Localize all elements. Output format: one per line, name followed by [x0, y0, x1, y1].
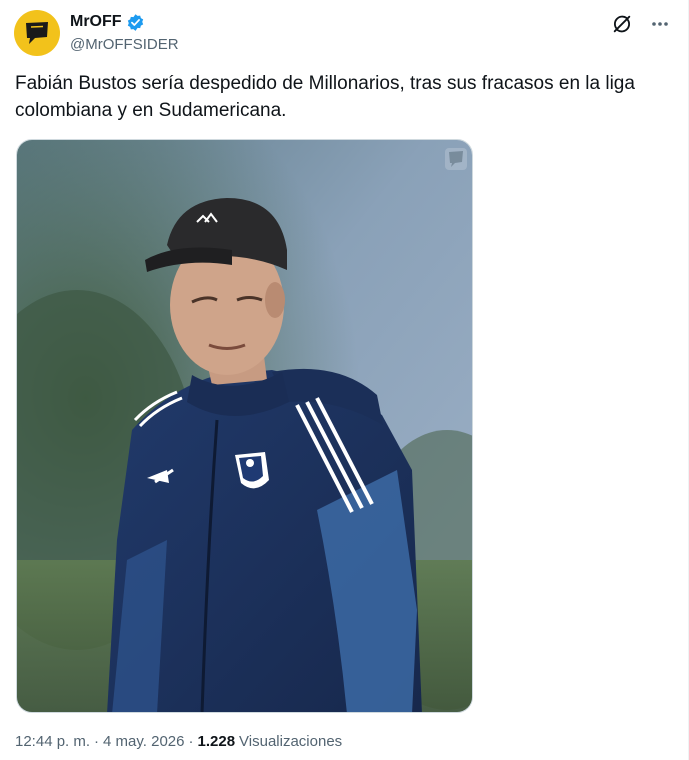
tweet-date[interactable]: 4 may. 2026: [103, 733, 184, 750]
views-label: Visualizaciones: [239, 733, 343, 750]
tweet-header: MrOFF @MrOFFSIDER: [14, 8, 674, 56]
speech-bubble-logo-icon: [26, 22, 48, 44]
tweet-text: Fabián Bustos sería despedido de Millona…: [15, 73, 635, 121]
tweet-card: MrOFF @MrOFFSIDER Fabián Bustos sería de…: [0, 0, 689, 760]
photo-coach-in-jacket: [17, 140, 472, 712]
tweet-photo[interactable]: [16, 139, 473, 713]
tweet-time[interactable]: 12:44 p. m.: [15, 733, 90, 750]
views-count: 1.228: [197, 733, 236, 750]
grok-icon[interactable]: [608, 10, 636, 38]
speech-bubble-watermark-icon: [445, 148, 467, 170]
tweet-meta: 12:44 p. m. · 4 may. 2026 · 1.228 Visual…: [15, 733, 342, 750]
header-actions: [608, 10, 674, 38]
display-name[interactable]: MrOFF: [70, 13, 122, 31]
verified-badge-icon[interactable]: [126, 13, 145, 32]
author-handle[interactable]: @MrOFFSIDER: [70, 36, 179, 53]
more-dots-icon[interactable]: [646, 10, 674, 38]
author-names: MrOFF @MrOFFSIDER: [70, 11, 179, 53]
display-name-row: MrOFF: [70, 11, 179, 33]
avatar[interactable]: [14, 10, 60, 56]
meta-separator: ·: [188, 733, 194, 750]
meta-separator: ·: [94, 733, 100, 750]
